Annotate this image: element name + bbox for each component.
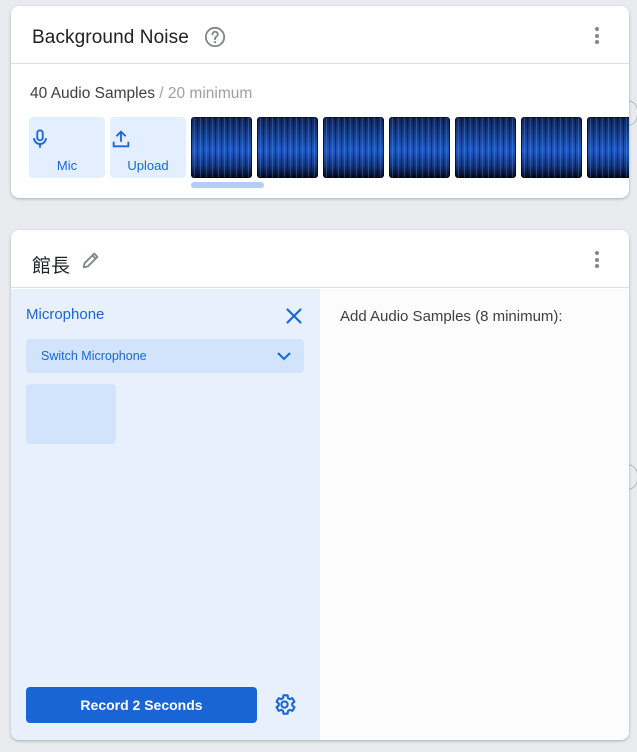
microphone-title: Microphone (26, 306, 105, 323)
sample-thumbnails (191, 117, 629, 179)
sample-spectrogram[interactable] (191, 117, 252, 178)
upload-button[interactable]: Upload (110, 117, 186, 178)
sample-spectrogram[interactable] (389, 117, 450, 178)
class-title: 館長 (32, 256, 71, 277)
class-card: 館長 Microphone Switch Microphone Record 2… (11, 230, 629, 740)
card-title: Background Noise (32, 27, 189, 48)
question-circle-icon[interactable] (204, 26, 226, 48)
mic-button[interactable]: Mic (29, 117, 105, 178)
chevron-down-icon (277, 352, 291, 361)
sample-spectrogram[interactable] (257, 117, 318, 178)
mic-label: Mic (56, 158, 78, 173)
more-vert-icon[interactable] (587, 27, 607, 47)
background-noise-card: Background Noise 40 Audio Samples / 20 m… (11, 6, 629, 198)
close-icon[interactable] (285, 307, 303, 325)
samples-count: 40 Audio Samples / 20 minimum (30, 85, 252, 103)
pencil-icon[interactable] (80, 249, 102, 271)
sample-spectrogram[interactable] (521, 117, 582, 178)
microphone-icon (33, 129, 47, 148)
card-header: 館長 (11, 230, 629, 288)
thumbnail-scrollbar[interactable] (191, 182, 264, 188)
samples-count-text: 40 Audio Samples (30, 85, 155, 102)
card-header: Background Noise (11, 6, 629, 64)
microphone-panel: Microphone Switch Microphone Record 2 Se… (11, 289, 320, 740)
more-vert-icon[interactable] (587, 251, 607, 271)
switch-microphone-select[interactable]: Switch Microphone (26, 339, 304, 373)
samples-minimum: / 20 minimum (159, 85, 253, 102)
add-samples-label: Add Audio Samples (8 minimum): (340, 308, 563, 325)
gear-icon[interactable] (272, 692, 297, 717)
switch-microphone-label: Switch Microphone (41, 349, 147, 363)
sample-spectrogram[interactable] (455, 117, 516, 178)
sample-spectrogram[interactable] (587, 117, 629, 178)
mic-preview (26, 384, 116, 444)
sample-spectrogram[interactable] (323, 117, 384, 178)
record-button[interactable]: Record 2 Seconds (26, 687, 257, 723)
upload-label: Upload (127, 158, 169, 173)
upload-icon (112, 130, 130, 148)
samples-panel: Add Audio Samples (8 minimum): (320, 289, 629, 740)
